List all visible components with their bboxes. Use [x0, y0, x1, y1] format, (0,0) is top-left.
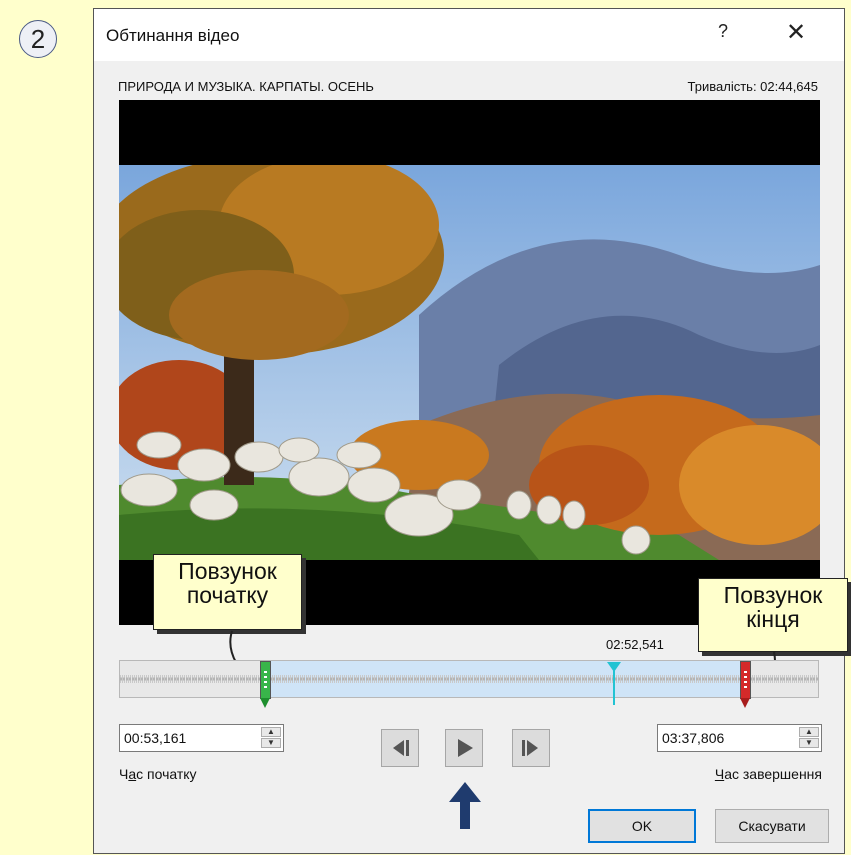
start-time-increment-button[interactable]: ▲ [261, 727, 281, 737]
start-handle-tip [260, 698, 270, 708]
end-callout-line1: Повзунок [723, 582, 823, 608]
cancel-button[interactable]: Скасувати [715, 809, 829, 843]
start-handle-grip [264, 671, 267, 689]
start-time-spinner: ▲ ▼ [119, 724, 284, 752]
start-time-input[interactable] [120, 725, 254, 751]
start-time-spin-buttons: ▲ ▼ [261, 727, 281, 749]
end-trim-handle[interactable] [740, 661, 751, 708]
start-time-label: Час початку [119, 766, 197, 782]
end-time-decrement-button[interactable]: ▼ [799, 738, 819, 748]
end-callout-line2: кінця [746, 606, 800, 632]
video-preview[interactable] [119, 100, 820, 625]
end-handle-tip [740, 698, 750, 708]
end-handle-grip [744, 671, 747, 689]
close-button[interactable]: ✕ [786, 18, 806, 47]
current-time-label: 02:52,541 [606, 637, 664, 652]
end-time-label-post: ас завершення [724, 766, 822, 782]
playhead-line [613, 669, 615, 705]
start-slider-callout: Повзунок початку [153, 554, 302, 630]
end-slider-callout: Повзунок кінця [698, 578, 848, 652]
start-time-label-pre: Ч [119, 766, 129, 782]
play-button[interactable] [445, 729, 483, 767]
end-time-label: Час завершення [715, 766, 822, 782]
next-frame-icon [522, 740, 538, 756]
end-time-label-mnemonic: Ч [714, 766, 725, 782]
video-name: ПРИРОДА И МУЗЫКА. КАРПАТЫ. ОСЕНЬ [118, 79, 374, 94]
video-frame-image [119, 165, 820, 560]
previous-frame-icon [393, 740, 409, 756]
up-arrow-icon [449, 782, 481, 829]
end-time-spin-buttons: ▲ ▼ [799, 727, 819, 749]
previous-frame-button[interactable] [381, 729, 419, 767]
step-number-badge: 2 [19, 20, 57, 58]
help-button[interactable]: ? [718, 21, 728, 42]
trim-timeline[interactable] [119, 660, 819, 698]
end-time-input[interactable] [658, 725, 792, 751]
start-time-decrement-button[interactable]: ▼ [261, 738, 281, 748]
next-frame-button[interactable] [512, 729, 550, 767]
start-callout-line1: Повзунок [178, 558, 277, 584]
start-trim-handle[interactable] [260, 661, 271, 708]
trim-video-dialog: Обтинання відео ? ✕ ПРИРОДА И МУЗЫКА. КА… [93, 8, 848, 854]
end-time-increment-button[interactable]: ▲ [799, 727, 819, 737]
start-callout-line2: початку [186, 582, 269, 608]
ok-button[interactable]: OK [588, 809, 696, 843]
audio-waveform [120, 675, 818, 683]
duration-label: Тривалість: 02:44,645 [687, 79, 818, 94]
dialog-titlebar: Обтинання відео ? ✕ [94, 9, 844, 61]
start-time-label-post: с початку [136, 766, 197, 782]
end-time-spinner: ▲ ▼ [657, 724, 822, 752]
start-time-label-mnemonic: а [128, 766, 137, 782]
dialog-title: Обтинання відео [106, 26, 240, 45]
play-icon [458, 739, 473, 757]
